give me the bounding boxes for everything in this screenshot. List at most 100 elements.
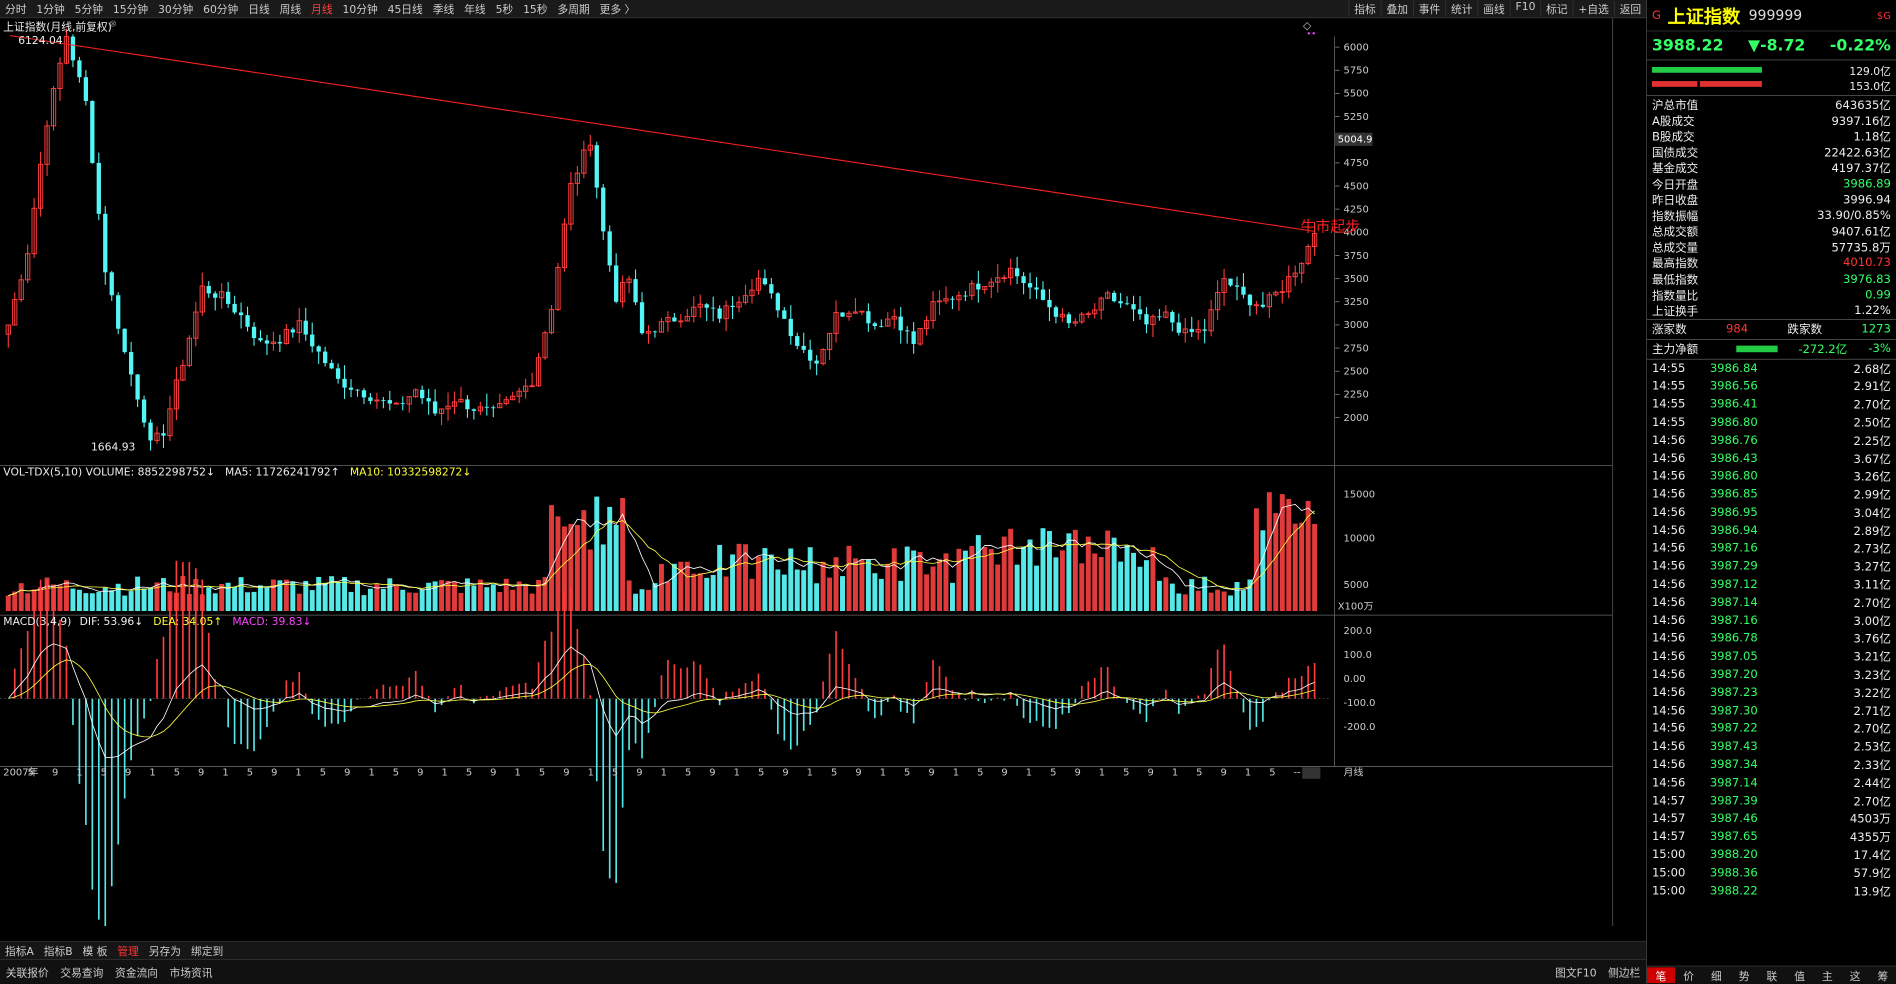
candle-body bbox=[116, 295, 121, 329]
x-tick: 1 bbox=[368, 768, 374, 779]
bottom-1[interactable]: 交易查询 bbox=[55, 964, 110, 979]
candle-body bbox=[109, 272, 114, 296]
period-12[interactable]: 年线 bbox=[459, 1, 490, 16]
volume-bar bbox=[1292, 523, 1298, 612]
tick-row: 14:55 3986.84 2.68亿 bbox=[1651, 361, 1891, 376]
volume-bar bbox=[1085, 536, 1091, 612]
bottom-right-1[interactable]: 侧边栏 bbox=[1602, 964, 1646, 979]
period-3[interactable]: 15分钟 bbox=[108, 1, 153, 16]
tab-1[interactable]: 指标B bbox=[39, 943, 78, 958]
foot-1[interactable]: 价 bbox=[1675, 967, 1703, 983]
tool-3[interactable]: 统计 bbox=[1445, 0, 1477, 17]
foot-0[interactable]: 笔 bbox=[1646, 967, 1675, 984]
candle-body bbox=[374, 399, 380, 402]
period-14[interactable]: 15秒 bbox=[518, 1, 552, 16]
tick-list[interactable]: 14:55 3986.84 2.68亿 14:55 3986.56 2.91亿 14:55 3… bbox=[1647, 359, 1896, 900]
volume-bar bbox=[5, 595, 11, 612]
bottom-right-0[interactable]: 图文F10 bbox=[1549, 964, 1602, 979]
foot-6[interactable]: 主 bbox=[1813, 967, 1841, 983]
period-10[interactable]: 45日线 bbox=[383, 1, 428, 16]
volume-bar bbox=[930, 566, 936, 612]
period-0[interactable]: 分时 bbox=[0, 1, 31, 16]
price-tick: 2500 bbox=[1344, 367, 1369, 378]
candle-body bbox=[840, 312, 845, 317]
volume-bar bbox=[148, 587, 154, 612]
period-11[interactable]: 季线 bbox=[428, 1, 459, 16]
candle-body bbox=[393, 402, 399, 405]
tool-8[interactable]: 返回 bbox=[1613, 0, 1646, 17]
tool-7[interactable]: +自选 bbox=[1572, 0, 1614, 17]
tab-3[interactable]: 管理 bbox=[112, 943, 143, 958]
x-tick: 9 bbox=[563, 768, 569, 779]
tick-row: 14:56 3987.14 2.70亿 bbox=[1651, 596, 1891, 611]
candle-body bbox=[1047, 299, 1052, 308]
svg-text:5004.9: 5004.9 bbox=[1338, 135, 1373, 146]
tick-row: 14:56 3986.95 3.04亿 bbox=[1651, 505, 1891, 520]
stat-row: 指数量比 0.99 bbox=[1651, 288, 1891, 303]
x-tick: 5 bbox=[101, 768, 107, 779]
x-tick: 1 bbox=[953, 768, 959, 779]
tool-2[interactable]: 事件 bbox=[1412, 0, 1445, 17]
foot-7[interactable]: 这 bbox=[1841, 967, 1869, 983]
tool-0[interactable]: 指标 bbox=[1348, 0, 1380, 17]
chevron-down-icon[interactable]: ⊗ bbox=[109, 18, 117, 29]
tab-2[interactable]: 模 板 bbox=[78, 943, 113, 958]
volume-bar bbox=[891, 548, 897, 612]
volume-bar bbox=[736, 543, 742, 612]
tab-4[interactable]: 另存为 bbox=[144, 943, 186, 958]
candle-body bbox=[290, 329, 295, 333]
volume-bar bbox=[510, 589, 516, 612]
period-2[interactable]: 5分钟 bbox=[70, 1, 108, 16]
period-13[interactable]: 5秒 bbox=[491, 1, 519, 16]
period-6[interactable]: 日线 bbox=[243, 1, 274, 16]
period-7[interactable]: 周线 bbox=[275, 1, 306, 16]
x-tick: 9 bbox=[52, 768, 58, 779]
volume-bar bbox=[258, 585, 263, 612]
stat-row: 最低指数 3976.83 bbox=[1651, 272, 1891, 287]
volume-bar bbox=[70, 588, 76, 612]
volume-bar bbox=[820, 561, 826, 612]
period-9[interactable]: 10分钟 bbox=[338, 1, 383, 16]
candle-body bbox=[1053, 307, 1059, 317]
vol-label: VOL-TDX(5,10) VOLUME: 8852298752↓ bbox=[3, 466, 216, 479]
bottom-0[interactable]: 关联报价 bbox=[0, 964, 55, 979]
volume-bar bbox=[458, 592, 464, 612]
candle-body bbox=[594, 145, 599, 188]
candle-body bbox=[730, 305, 735, 308]
period-4[interactable]: 30分钟 bbox=[153, 1, 198, 16]
volume-bar bbox=[1111, 537, 1117, 612]
volume-bar bbox=[1253, 508, 1259, 612]
tick-row: 14:56 3987.22 2.70亿 bbox=[1651, 722, 1891, 737]
bottom-3[interactable]: 市场资讯 bbox=[164, 964, 219, 979]
volume-bar bbox=[581, 510, 587, 612]
tick-row: 14:56 3987.20 3.23亿 bbox=[1651, 668, 1891, 683]
period-8[interactable]: 月线 bbox=[306, 1, 337, 16]
period-5[interactable]: 60分钟 bbox=[198, 1, 243, 16]
tool-4[interactable]: 画线 bbox=[1477, 0, 1510, 17]
foot-3[interactable]: 势 bbox=[1730, 967, 1758, 983]
tick-row: 14:56 3986.85 2.99亿 bbox=[1651, 487, 1891, 502]
period-15[interactable]: 多周期 bbox=[552, 1, 594, 16]
period-1[interactable]: 1分钟 bbox=[31, 1, 69, 16]
tab-5[interactable]: 绑定到 bbox=[186, 943, 228, 958]
x-tick: 1 bbox=[1245, 768, 1251, 779]
candle-body bbox=[361, 390, 367, 398]
tab-0[interactable]: 指标A bbox=[0, 943, 39, 958]
foot-8[interactable]: 筹 bbox=[1869, 967, 1896, 983]
price-tick: 4250 bbox=[1344, 204, 1369, 215]
tick-row: 14:56 3987.14 2.44亿 bbox=[1651, 776, 1891, 791]
period-16[interactable]: 更多 〉 bbox=[595, 1, 641, 16]
tool-5[interactable]: F10 bbox=[1509, 0, 1541, 17]
bottom-2[interactable]: 资金流向 bbox=[109, 964, 164, 979]
foot-2[interactable]: 细 bbox=[1702, 967, 1730, 983]
foot-4[interactable]: 联 bbox=[1758, 967, 1786, 983]
volume-bar bbox=[1182, 594, 1188, 612]
tool-1[interactable]: 叠加 bbox=[1380, 0, 1413, 17]
volume-bar bbox=[335, 582, 341, 612]
candle-body bbox=[950, 298, 955, 300]
tick-row: 14:56 3987.43 2.53亿 bbox=[1651, 740, 1891, 755]
foot-5[interactable]: 值 bbox=[1786, 967, 1814, 983]
volume-bar bbox=[206, 587, 212, 612]
tool-6[interactable]: 标记 bbox=[1540, 0, 1572, 17]
chart-area[interactable]: 6000575055005250500047504500425040003750… bbox=[0, 18, 1613, 933]
